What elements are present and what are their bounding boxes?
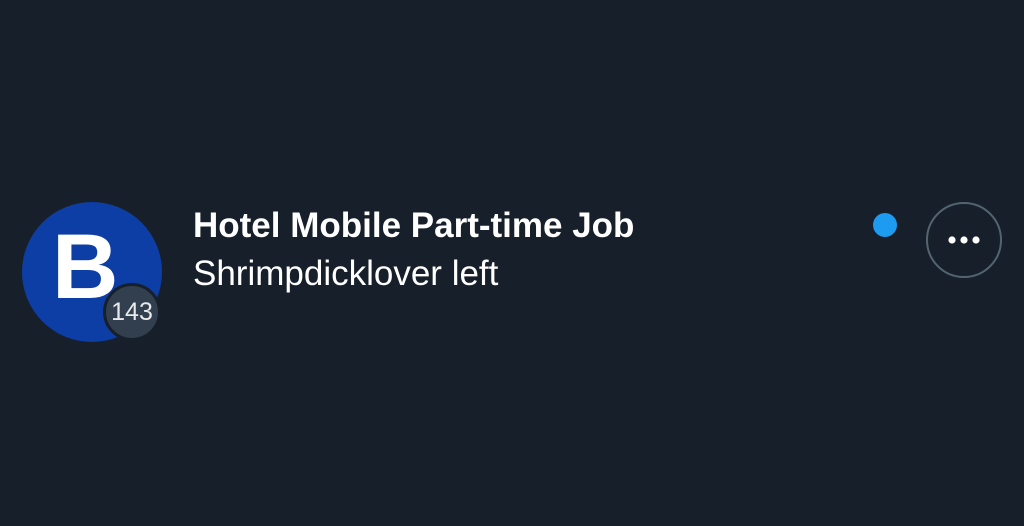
more-options-button[interactable] <box>926 202 1002 278</box>
conversation-preview: Shrimpdicklover left <box>193 254 499 293</box>
unread-indicator <box>873 213 897 237</box>
member-count-badge: 143 <box>103 283 161 341</box>
more-horizontal-icon <box>948 236 980 244</box>
conversation-text: Hotel Mobile Part-time Job Shrimpdicklov… <box>193 204 833 296</box>
avatar-letter: B <box>52 216 119 318</box>
conversation-row[interactable]: B 143 Hotel Mobile Part-time Job Shrimpd… <box>0 0 1024 526</box>
group-avatar[interactable]: B 143 <box>22 202 162 342</box>
conversation-title: Hotel Mobile Part-time Job <box>193 206 635 245</box>
